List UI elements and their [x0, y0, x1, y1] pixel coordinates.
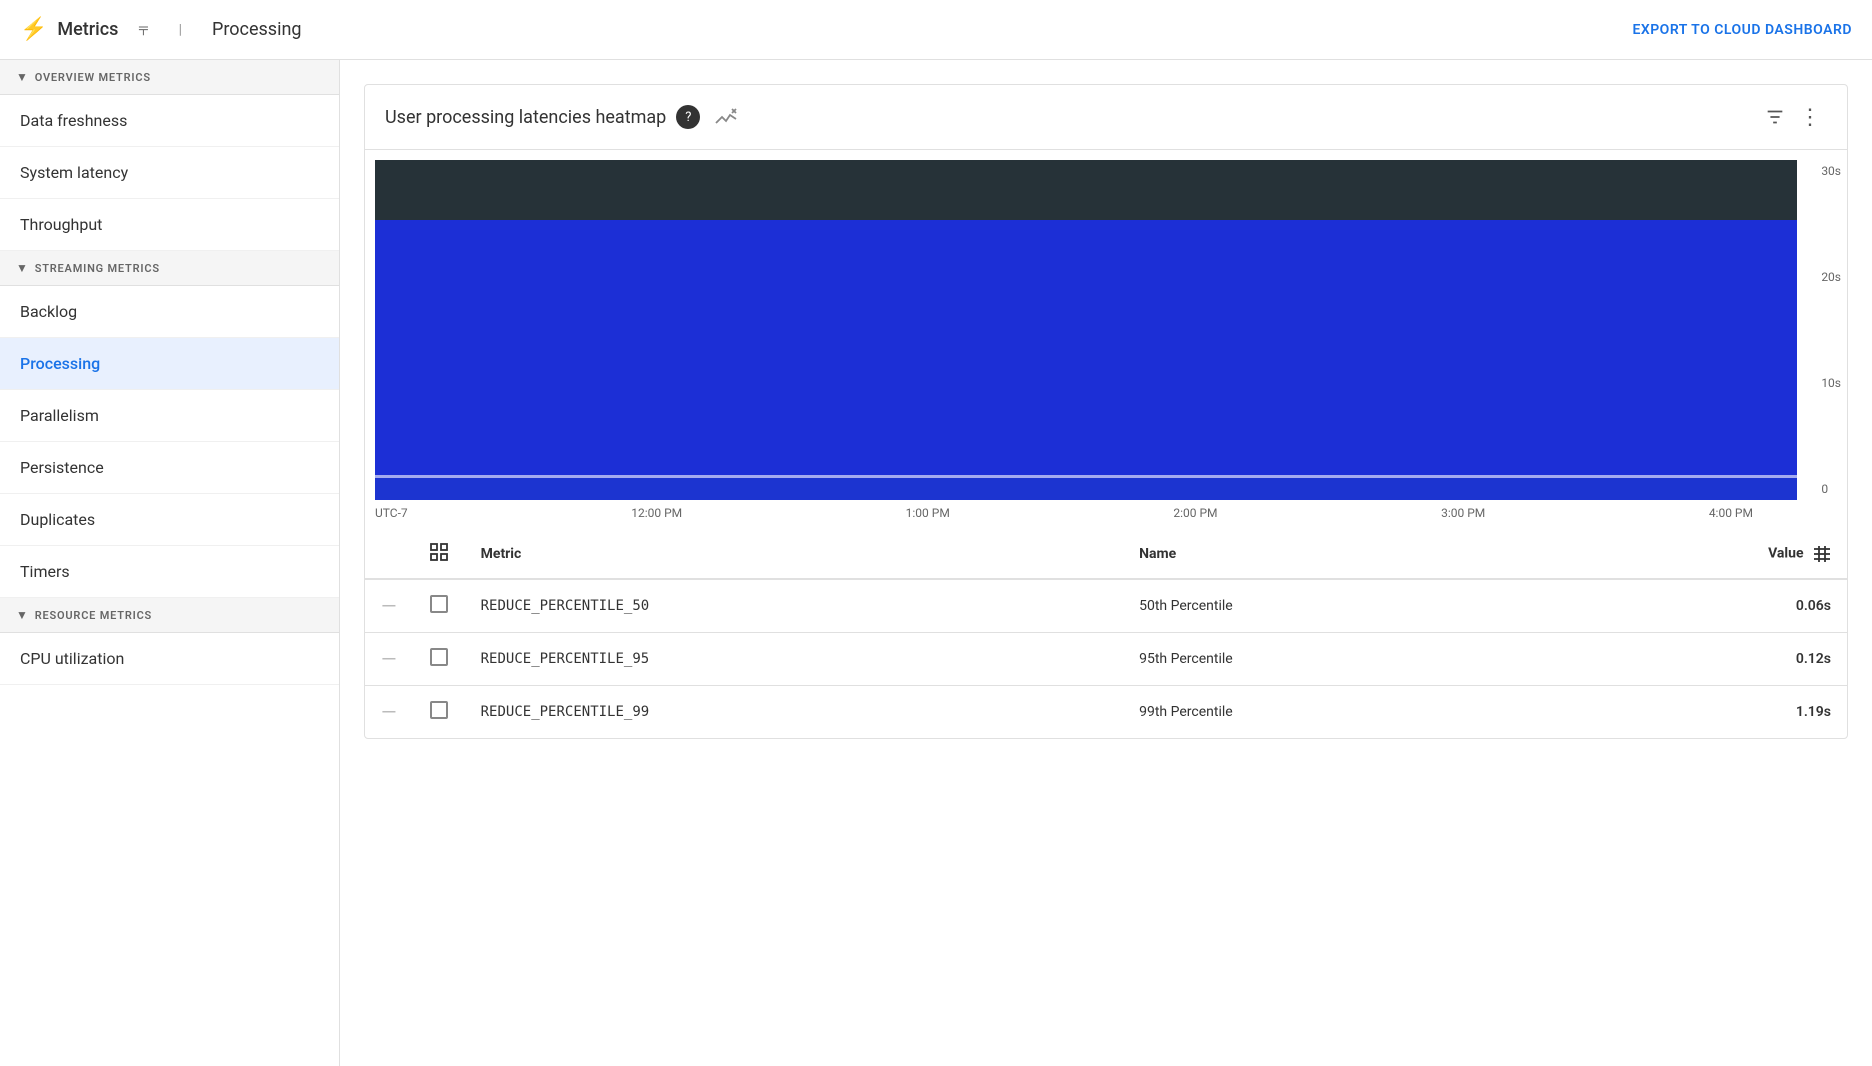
overview-metrics-section-header[interactable]: ▼ OVERVIEW METRICS: [0, 60, 339, 95]
row-value: 0.06s: [1535, 579, 1847, 633]
x-axis-label-4pm: 4:00 PM: [1709, 506, 1753, 520]
row-dash: —: [365, 633, 413, 686]
heatmap-chart: 30s 20s 10s 0 UTC-7 12:00 PM 1:00 PM 2:0…: [365, 150, 1847, 530]
sidebar-item-system-latency[interactable]: System latency: [0, 147, 339, 199]
heatmap-card: User processing latencies heatmap ?: [364, 84, 1848, 739]
row-metric: REDUCE_PERCENTILE_95: [465, 633, 1123, 686]
page-title: Processing: [212, 19, 302, 40]
chart-title-group: User processing latencies heatmap ?: [385, 101, 742, 133]
x-axis-label-1pm: 1:00 PM: [906, 506, 950, 520]
sidebar-item-parallelism[interactable]: Parallelism: [0, 390, 339, 442]
app-header: ⚡ Metrics ⫧ | Processing EXPORT TO CLOUD…: [0, 0, 1872, 60]
th-name: Name: [1123, 530, 1535, 579]
sidebar-item-timers[interactable]: Timers: [0, 546, 339, 598]
streaming-chevron-down-icon: ▼: [16, 261, 29, 275]
sidebar-item-data-freshness[interactable]: Data freshness: [0, 95, 339, 147]
help-icon[interactable]: ?: [676, 105, 700, 129]
row-value: 0.12s: [1535, 633, 1847, 686]
checkbox-icon[interactable]: [430, 701, 448, 719]
x-axis-label-3pm: 3:00 PM: [1441, 506, 1485, 520]
resource-metrics-section-header[interactable]: ▼ RESOURCE METRICS: [0, 598, 339, 633]
sidebar-item-persistence[interactable]: Persistence: [0, 442, 339, 494]
checkbox-icon[interactable]: [430, 648, 448, 666]
x-axis-label-2pm: 2:00 PM: [1173, 506, 1217, 520]
overview-section-label: OVERVIEW METRICS: [35, 71, 151, 84]
row-name: 50th Percentile: [1123, 579, 1535, 633]
row-checkbox[interactable]: [413, 579, 465, 633]
th-value-label: Value: [1768, 546, 1803, 562]
y-axis-label-0: 0: [1821, 482, 1841, 496]
sidebar-item-cpu-utilization[interactable]: CPU utilization: [0, 633, 339, 685]
collapse-sidebar-button[interactable]: ⫧: [138, 19, 148, 40]
x-axis-label-utc7: UTC-7: [375, 506, 408, 520]
row-name: 95th Percentile: [1123, 633, 1535, 686]
th-dash: [365, 530, 413, 579]
x-axis-labels: UTC-7 12:00 PM 1:00 PM 2:00 PM 3:00 PM 4…: [375, 500, 1797, 520]
th-metric: Metric: [465, 530, 1123, 579]
streaming-metrics-section-header[interactable]: ▼ STREAMING METRICS: [0, 251, 339, 286]
metrics-table-container: Metric Name Value: [365, 530, 1847, 738]
header-left: ⚡ Metrics ⫧ | Processing: [20, 17, 302, 42]
chart-actions: ⋮: [1759, 101, 1827, 133]
row-checkbox[interactable]: [413, 686, 465, 739]
y-axis-label-30s: 30s: [1821, 164, 1841, 178]
more-options-icon[interactable]: ⋮: [1795, 101, 1827, 133]
th-metric-label: Metric: [481, 546, 522, 562]
main-content: User processing latencies heatmap ?: [340, 60, 1872, 1066]
resource-chevron-down-icon: ▼: [16, 608, 29, 622]
sidebar-item-backlog[interactable]: Backlog: [0, 286, 339, 338]
table-row: — REDUCE_PERCENTILE_50 50th Percentile 0…: [365, 579, 1847, 633]
checkbox-icon[interactable]: [430, 595, 448, 613]
y-axis-label-10s: 10s: [1821, 376, 1841, 390]
th-value: Value: [1535, 530, 1847, 579]
table-header-row: Metric Name Value: [365, 530, 1847, 579]
row-metric: REDUCE_PERCENTILE_99: [465, 686, 1123, 739]
table-row: — REDUCE_PERCENTILE_99 99th Percentile 1…: [365, 686, 1847, 739]
main-layout: ▼ OVERVIEW METRICS Data freshness System…: [0, 60, 1872, 1066]
app-title: Metrics: [57, 19, 118, 40]
y-axis-label-20s: 20s: [1821, 270, 1841, 284]
no-metrics-icon[interactable]: [710, 101, 742, 133]
th-checkbox-col: [413, 530, 465, 579]
column-selector-icon[interactable]: [429, 550, 449, 566]
chart-title: User processing latencies heatmap: [385, 107, 666, 128]
sidebar: ▼ OVERVIEW METRICS Data freshness System…: [0, 60, 340, 1066]
row-name: 99th Percentile: [1123, 686, 1535, 739]
filter-icon[interactable]: [1759, 101, 1791, 133]
chart-header: User processing latencies heatmap ?: [365, 85, 1847, 150]
table-row: — REDUCE_PERCENTILE_95 95th Percentile 0…: [365, 633, 1847, 686]
row-value: 1.19s: [1535, 686, 1847, 739]
streaming-section-label: STREAMING METRICS: [35, 262, 160, 275]
x-axis-label-12pm: 12:00 PM: [631, 506, 682, 520]
heatmap-svg: [375, 160, 1797, 500]
app-logo-icon: ⚡: [20, 17, 47, 42]
sidebar-item-throughput[interactable]: Throughput: [0, 199, 339, 251]
sidebar-item-duplicates[interactable]: Duplicates: [0, 494, 339, 546]
row-checkbox[interactable]: [413, 633, 465, 686]
heatmap-wrapper: 30s 20s 10s 0: [375, 160, 1797, 500]
resource-section-label: RESOURCE METRICS: [35, 609, 152, 622]
th-name-label: Name: [1139, 546, 1176, 562]
row-metric: REDUCE_PERCENTILE_50: [465, 579, 1123, 633]
column-layout-icon[interactable]: [1813, 546, 1831, 562]
metrics-table: Metric Name Value: [365, 530, 1847, 738]
row-dash: —: [365, 579, 413, 633]
overview-chevron-down-icon: ▼: [16, 70, 29, 84]
sidebar-item-processing[interactable]: Processing: [0, 338, 339, 390]
row-dash: —: [365, 686, 413, 739]
export-to-cloud-button[interactable]: EXPORT TO CLOUD DASHBOARD: [1632, 22, 1852, 38]
